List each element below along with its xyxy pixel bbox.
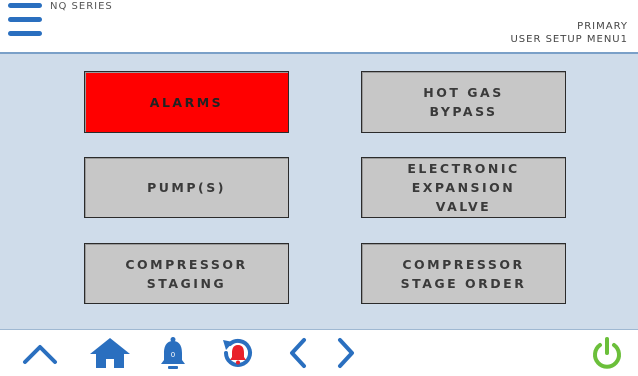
hot-gas-bypass-button-label: HOT GAS BYPASS xyxy=(423,85,504,119)
menu-panel: ALARMS HOT GAS BYPASS PUMP(S) ELECTRONIC… xyxy=(0,54,638,329)
hot-gas-bypass-button[interactable]: HOT GAS BYPASS xyxy=(361,71,566,133)
compressor-stage-order-button-label: COMPRESSOR STAGE ORDER xyxy=(400,256,527,291)
chevron-left-icon[interactable] xyxy=(284,336,314,370)
home-icon[interactable] xyxy=(88,336,132,370)
electronic-expansion-valve-button[interactable]: ELECTRONIC EXPANSION VALVE xyxy=(361,157,566,218)
compressor-staging-button[interactable]: COMPRESSOR STAGING xyxy=(84,243,289,304)
alarm-bell-icon[interactable]: 0 xyxy=(156,336,190,370)
power-icon[interactable] xyxy=(590,336,624,370)
alarm-reset-icon[interactable] xyxy=(217,336,257,370)
header-menu-title: USER SETUP MENU1 xyxy=(510,34,628,45)
series-label: NQ SERIES xyxy=(50,1,113,12)
compressor-stage-order-button[interactable]: COMPRESSOR STAGE ORDER xyxy=(361,243,566,304)
svg-text:0: 0 xyxy=(171,351,175,359)
alarms-button-label: ALARMS xyxy=(149,94,224,110)
hamburger-menu-icon[interactable] xyxy=(8,3,42,39)
header-bar: NQ SERIES PRIMARY USER SETUP MENU1 xyxy=(0,0,638,54)
electronic-expansion-valve-button-label: ELECTRONIC EXPANSION VALVE xyxy=(407,161,520,214)
pumps-button[interactable]: PUMP(S) xyxy=(84,157,289,218)
pumps-button-label: PUMP(S) xyxy=(147,180,226,195)
alarms-button[interactable]: ALARMS xyxy=(84,71,289,133)
footer-nav-bar: 0 xyxy=(0,329,638,376)
header-primary-label: PRIMARY xyxy=(577,21,628,32)
chevron-up-icon[interactable] xyxy=(20,336,60,370)
compressor-staging-button-label: COMPRESSOR STAGING xyxy=(125,256,248,291)
chevron-right-icon[interactable] xyxy=(330,336,360,370)
